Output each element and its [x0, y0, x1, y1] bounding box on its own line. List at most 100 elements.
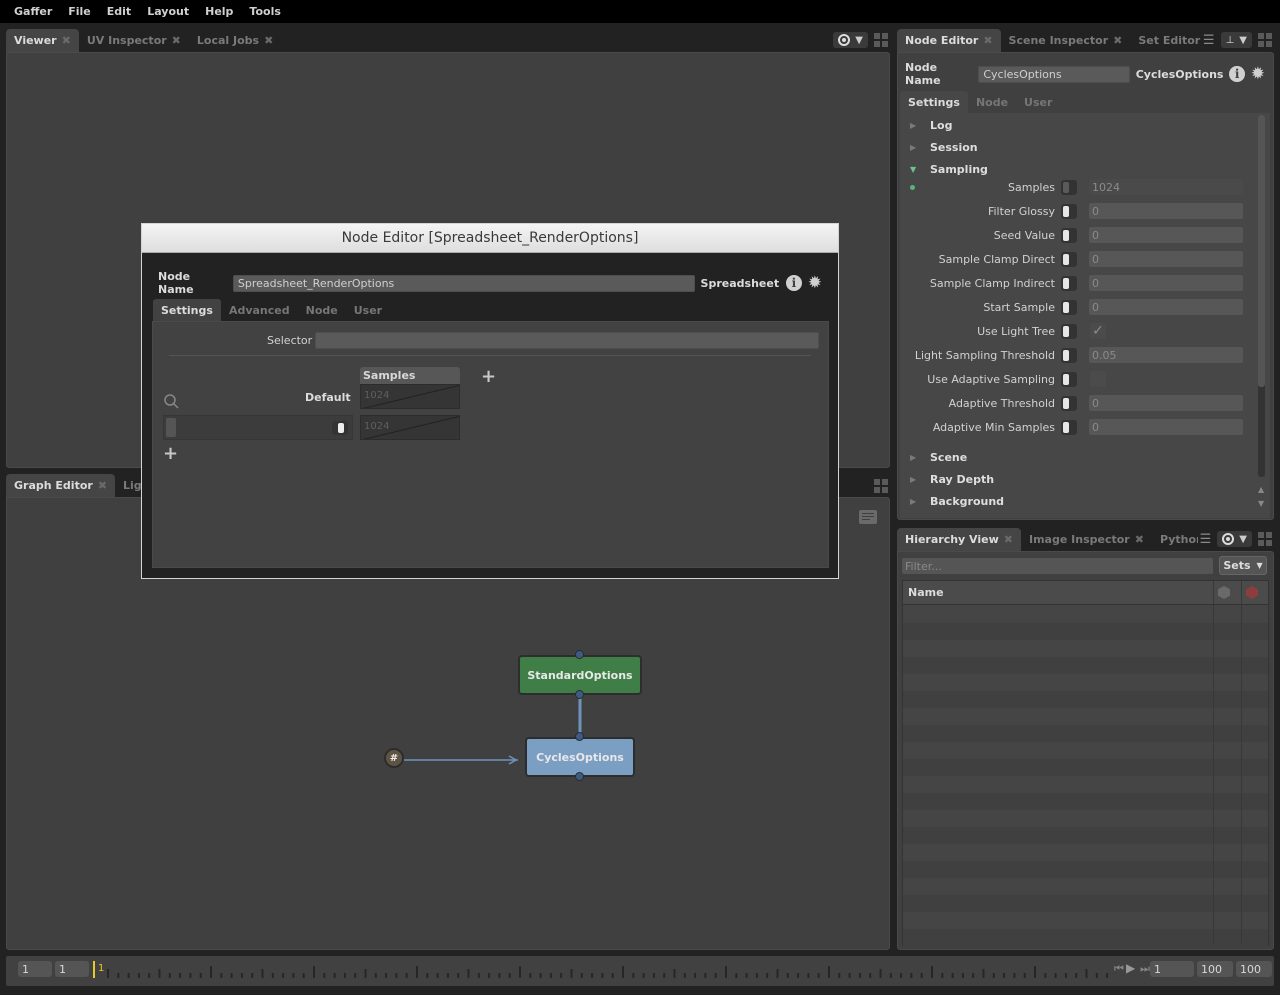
- focus-dropdown[interactable]: ▼: [1217, 531, 1252, 547]
- plug-enable-toggle[interactable]: [1061, 299, 1077, 315]
- plug-value-field[interactable]: 0.05: [1089, 347, 1243, 363]
- section-background[interactable]: ▶ Background: [910, 495, 1004, 508]
- plug-checkbox[interactable]: ✓: [1090, 323, 1106, 339]
- plug-enable-toggle[interactable]: [1061, 323, 1077, 339]
- column-header-samples[interactable]: Samples: [360, 367, 460, 384]
- add-row-icon[interactable]: +: [163, 445, 178, 463]
- close-icon[interactable]: ✖: [1004, 533, 1013, 546]
- plug-value-field[interactable]: 0: [1089, 299, 1243, 315]
- node-standard-options[interactable]: StandardOptions: [518, 655, 642, 695]
- current-frame-field[interactable]: 1: [1150, 961, 1194, 977]
- tab-local-jobs[interactable]: Local Jobs ✖: [189, 29, 281, 52]
- tab-graph-editor[interactable]: Graph Editor ✖: [6, 474, 116, 497]
- section-log[interactable]: ▶ Log: [910, 119, 952, 132]
- close-icon[interactable]: ✖: [62, 34, 71, 47]
- section-scene[interactable]: ▶ Scene: [910, 451, 967, 464]
- info-icon[interactable]: i: [786, 275, 802, 291]
- row-name-field[interactable]: [163, 415, 353, 440]
- scroll-up-icon[interactable]: ▲: [1258, 485, 1264, 494]
- subtab-node[interactable]: Node: [298, 299, 346, 321]
- tab-hierarchy-view[interactable]: Hierarchy View ✖: [897, 528, 1021, 551]
- jump-to-end-icon[interactable]: ⏭: [1140, 962, 1150, 976]
- plug-value-field[interactable]: 0: [1089, 419, 1243, 435]
- tab-uv-inspector[interactable]: UV Inspector ✖: [79, 29, 189, 52]
- tab-scene-inspector[interactable]: Scene Inspector ✖: [1001, 29, 1131, 52]
- plug-value-field[interactable]: 0: [1089, 203, 1243, 219]
- scrollbar-thumb[interactable]: [1258, 115, 1265, 387]
- menu-tools[interactable]: Tools: [241, 5, 288, 18]
- close-icon[interactable]: ✖: [983, 34, 992, 47]
- subtab-settings[interactable]: Settings: [153, 299, 221, 321]
- node-name-input[interactable]: Spreadsheet_RenderOptions: [232, 274, 695, 292]
- start-frame-field[interactable]: 1: [18, 961, 52, 977]
- tab-menu-icon[interactable]: ☰: [1203, 33, 1215, 48]
- node-input-plug[interactable]: [575, 732, 584, 741]
- plug-enable-toggle[interactable]: [1061, 203, 1077, 219]
- tab-menu-icon[interactable]: ☰: [1200, 532, 1212, 547]
- section-ray-depth[interactable]: ▶ Ray Depth: [910, 473, 994, 486]
- close-icon[interactable]: ✖: [264, 34, 273, 47]
- filter-input[interactable]: Filter...: [902, 558, 1213, 574]
- tab-viewer[interactable]: Viewer ✖: [6, 29, 79, 52]
- hierarchy-tree[interactable]: Name: [902, 580, 1269, 946]
- focus-dropdown[interactable]: ▼: [833, 32, 868, 48]
- node-output-plug[interactable]: [575, 772, 584, 781]
- plug-enable-toggle[interactable]: [1061, 371, 1077, 387]
- settings-scrollbar[interactable]: [1258, 115, 1265, 477]
- node-input-plug[interactable]: [575, 650, 584, 659]
- row-enable-toggle[interactable]: [332, 421, 348, 435]
- plug-value-field[interactable]: 1024: [1089, 179, 1243, 195]
- playback-end-field[interactable]: 100: [1197, 961, 1233, 977]
- global-end-field[interactable]: 100: [1236, 961, 1272, 977]
- subtab-node[interactable]: Node: [968, 91, 1016, 113]
- layout-grid-icon[interactable]: [874, 33, 888, 47]
- timeline-ticks[interactable]: [104, 965, 1109, 979]
- layout-grid-icon[interactable]: [874, 479, 888, 493]
- tab-node-editor[interactable]: Node Editor ✖: [897, 29, 1001, 52]
- section-session[interactable]: ▶ Session: [910, 141, 978, 154]
- tab-image-inspector[interactable]: Image Inspector ✖: [1021, 528, 1152, 551]
- jump-to-start-icon[interactable]: ⏮: [1114, 962, 1124, 976]
- node-output-plug[interactable]: [575, 690, 584, 699]
- menu-help[interactable]: Help: [197, 5, 241, 18]
- close-icon[interactable]: ✖: [1135, 533, 1144, 546]
- plug-checkbox[interactable]: [1090, 371, 1106, 387]
- selector-input[interactable]: [315, 332, 819, 349]
- close-icon[interactable]: ✖: [172, 34, 181, 47]
- sets-dropdown[interactable]: Sets ▼: [1219, 556, 1267, 575]
- gear-icon[interactable]: ✹: [1251, 66, 1265, 83]
- play-icon[interactable]: ▶: [1126, 961, 1135, 975]
- column-name-header[interactable]: Name: [908, 586, 944, 599]
- default-samples-cell[interactable]: 1024: [360, 384, 460, 409]
- plug-enable-toggle[interactable]: [1061, 179, 1077, 195]
- hierarchy-mode-dropdown[interactable]: ⊥ ▼: [1220, 32, 1252, 48]
- plug-value-field[interactable]: 0: [1089, 395, 1243, 411]
- render-column-icon[interactable]: [1246, 586, 1258, 599]
- subtab-user[interactable]: User: [346, 299, 390, 321]
- current-frame-marker[interactable]: [93, 961, 95, 978]
- plug-enable-toggle[interactable]: [1061, 419, 1077, 435]
- row-samples-cell[interactable]: 1024: [360, 415, 460, 440]
- dialog-title-bar[interactable]: Node Editor [Spreadsheet_RenderOptions]: [142, 224, 838, 253]
- gear-icon[interactable]: ✹: [808, 275, 822, 292]
- close-icon[interactable]: ✖: [1113, 34, 1122, 47]
- plug-enable-toggle[interactable]: [1061, 395, 1077, 411]
- plug-value-field[interactable]: 0: [1089, 251, 1243, 267]
- end-frame-field[interactable]: 1: [55, 961, 89, 977]
- menu-layout[interactable]: Layout: [139, 5, 197, 18]
- expression-node[interactable]: #: [384, 748, 404, 768]
- subtab-advanced[interactable]: Advanced: [221, 299, 298, 321]
- layout-grid-icon[interactable]: [1258, 532, 1272, 546]
- close-icon[interactable]: ✖: [98, 479, 107, 492]
- plug-enable-toggle[interactable]: [1061, 251, 1077, 267]
- info-icon[interactable]: i: [1229, 66, 1245, 82]
- plug-value-field[interactable]: 0: [1089, 275, 1243, 291]
- node-name-input[interactable]: CyclesOptions: [978, 65, 1130, 83]
- add-column-icon[interactable]: +: [481, 368, 496, 386]
- subtab-user[interactable]: User: [1016, 91, 1060, 113]
- subtab-settings[interactable]: Settings: [900, 91, 968, 113]
- plug-enable-toggle[interactable]: [1061, 347, 1077, 363]
- node-cycles-options[interactable]: CyclesOptions: [525, 737, 635, 777]
- plug-enable-toggle[interactable]: [1061, 275, 1077, 291]
- menu-gaffer[interactable]: Gaffer: [6, 5, 60, 18]
